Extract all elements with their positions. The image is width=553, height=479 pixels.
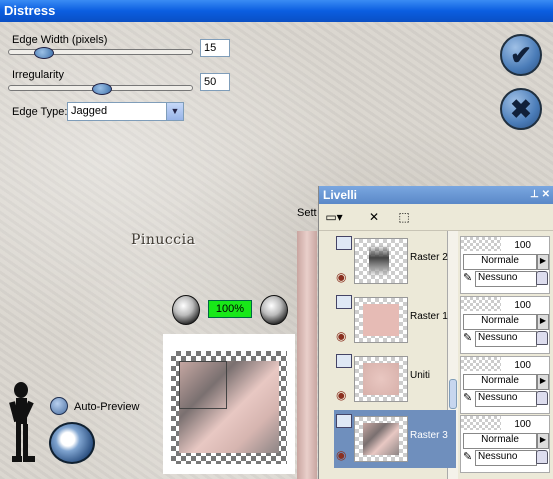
lock-icon[interactable] xyxy=(536,450,548,464)
zoom-level: 100% xyxy=(208,300,252,318)
edge-type-select[interactable]: Jagged ▼ xyxy=(67,102,184,121)
edge-width-label: Edge Width (pixels) xyxy=(12,34,108,46)
mask-select[interactable]: Nessuno xyxy=(475,331,537,347)
layer-properties: 100 Normale ▶ ✎ Nessuno xyxy=(460,415,550,473)
canvas-strip xyxy=(297,231,317,479)
thumbnail-fill xyxy=(363,363,399,395)
visibility-eye-icon[interactable]: ◉ xyxy=(336,448,346,462)
blend-arrow-icon[interactable]: ▶ xyxy=(537,314,549,330)
edge-type-value: Jagged xyxy=(71,105,108,117)
layer-type-icon xyxy=(336,414,352,428)
irregularity-field[interactable]: 50 xyxy=(200,73,230,91)
brush-icon: ✎ xyxy=(463,392,473,404)
layers-panel: Livelli ⊥ ✕ ▭▾ ✕ ⬚ ◉ Raster 2 ◉ Raster 1… xyxy=(318,186,553,479)
irregularity-slider[interactable] xyxy=(8,83,193,95)
pin-close-icon[interactable]: ⊥ ✕ xyxy=(530,186,550,204)
mask-select[interactable]: Nessuno xyxy=(475,271,537,287)
zoom-in-button[interactable] xyxy=(260,295,288,325)
preview-checker xyxy=(171,351,287,464)
opacity-checker xyxy=(461,416,501,430)
layer-name: Raster 1 xyxy=(410,311,448,322)
chevron-down-icon[interactable]: ▼ xyxy=(166,103,183,120)
layer-thumbnail xyxy=(354,356,408,402)
cancel-button[interactable]: ✖ xyxy=(500,88,542,130)
layer-thumbnail xyxy=(354,238,408,284)
blend-arrow-icon[interactable]: ▶ xyxy=(537,433,549,449)
layer-row[interactable]: ◉ Raster 1 xyxy=(334,291,456,349)
visibility-eye-icon[interactable]: ◉ xyxy=(336,329,346,343)
layer-type-icon xyxy=(336,236,352,250)
layer-properties: 100 Normale ▶ ✎ Nessuno xyxy=(460,236,550,294)
brush-icon: ✎ xyxy=(463,332,473,344)
selection-layer-icon[interactable]: ⬚ xyxy=(393,208,415,226)
proof-eye-button[interactable] xyxy=(49,422,95,464)
window-title: Distress xyxy=(0,0,553,22)
edge-width-slider[interactable] xyxy=(8,47,193,59)
edge-width-field[interactable]: 15 xyxy=(200,39,230,57)
visibility-eye-icon[interactable]: ◉ xyxy=(336,270,346,284)
watermark-text: Pinuccia xyxy=(131,232,196,248)
thumbnail-fill xyxy=(363,304,399,336)
layer-row[interactable]: ◉ Raster 2 xyxy=(334,232,456,290)
blend-mode-select[interactable]: Normale xyxy=(463,254,537,270)
delete-layer-icon[interactable]: ✕ xyxy=(363,208,385,226)
layer-type-icon xyxy=(336,354,352,368)
opacity-value[interactable]: 100 xyxy=(514,419,531,430)
preview-panel[interactable] xyxy=(163,334,295,474)
edge-width-slider-thumb[interactable] xyxy=(34,47,54,59)
preview-navigator-box[interactable] xyxy=(179,361,227,409)
thumbnail-figure xyxy=(369,245,389,277)
blend-mode-select[interactable]: Normale xyxy=(463,314,537,330)
irregularity-label: Irregularity xyxy=(12,69,64,81)
layer-properties: 100 Normale ▶ ✎ Nessuno xyxy=(460,356,550,414)
visibility-eye-icon[interactable]: ◉ xyxy=(336,388,346,402)
blend-mode-select[interactable]: Normale xyxy=(463,433,537,449)
lock-icon[interactable] xyxy=(536,331,548,345)
layer-type-icon xyxy=(336,295,352,309)
blend-mode-select[interactable]: Normale xyxy=(463,374,537,390)
thumbnail-fill xyxy=(363,423,399,455)
layer-row-selected[interactable]: ◉ Raster 3 xyxy=(334,410,456,468)
lock-icon[interactable] xyxy=(536,391,548,405)
irregularity-slider-thumb[interactable] xyxy=(92,83,112,95)
opacity-value[interactable]: 100 xyxy=(514,360,531,371)
opacity-checker xyxy=(461,297,501,311)
ok-button[interactable]: ✔ xyxy=(500,34,542,76)
opacity-value[interactable]: 100 xyxy=(514,240,531,251)
sett-label: Sett xyxy=(297,207,317,219)
layer-thumbnail xyxy=(354,416,408,462)
preview-image xyxy=(179,361,279,453)
opacity-checker xyxy=(461,357,501,371)
mask-select[interactable]: Nessuno xyxy=(475,391,537,407)
layers-panel-title: Livelli ⊥ ✕ xyxy=(319,186,553,204)
layers-toolbar: ▭▾ ✕ ⬚ xyxy=(319,204,553,231)
mascot-figure-icon xyxy=(9,382,35,462)
checkmark-icon: ✔ xyxy=(510,39,532,70)
opacity-checker xyxy=(461,237,501,251)
layer-name: Raster 2 xyxy=(410,252,448,263)
opacity-value[interactable]: 100 xyxy=(514,300,531,311)
layer-name: Uniti xyxy=(410,370,431,381)
layer-properties: 100 Normale ▶ ✎ Nessuno xyxy=(460,296,550,354)
layer-name: Raster 3 xyxy=(410,430,448,441)
blend-arrow-icon[interactable]: ▶ xyxy=(537,374,549,390)
layers-title-text: Livelli xyxy=(323,188,358,202)
blend-arrow-icon[interactable]: ▶ xyxy=(537,254,549,270)
zoom-out-button[interactable] xyxy=(172,295,200,325)
auto-preview-toggle[interactable] xyxy=(50,397,68,415)
layer-thumbnail xyxy=(354,297,408,343)
lock-icon[interactable] xyxy=(536,271,548,285)
auto-preview-label: Auto-Preview xyxy=(74,401,140,413)
edge-type-label: Edge Type: xyxy=(12,106,68,118)
brush-icon: ✎ xyxy=(463,272,473,284)
new-layer-icon[interactable]: ▭▾ xyxy=(323,208,345,226)
layer-row[interactable]: ◉ Uniti xyxy=(334,350,456,408)
cross-icon: ✖ xyxy=(510,93,532,124)
brush-icon: ✎ xyxy=(463,451,473,463)
mask-select[interactable]: Nessuno xyxy=(475,450,537,466)
